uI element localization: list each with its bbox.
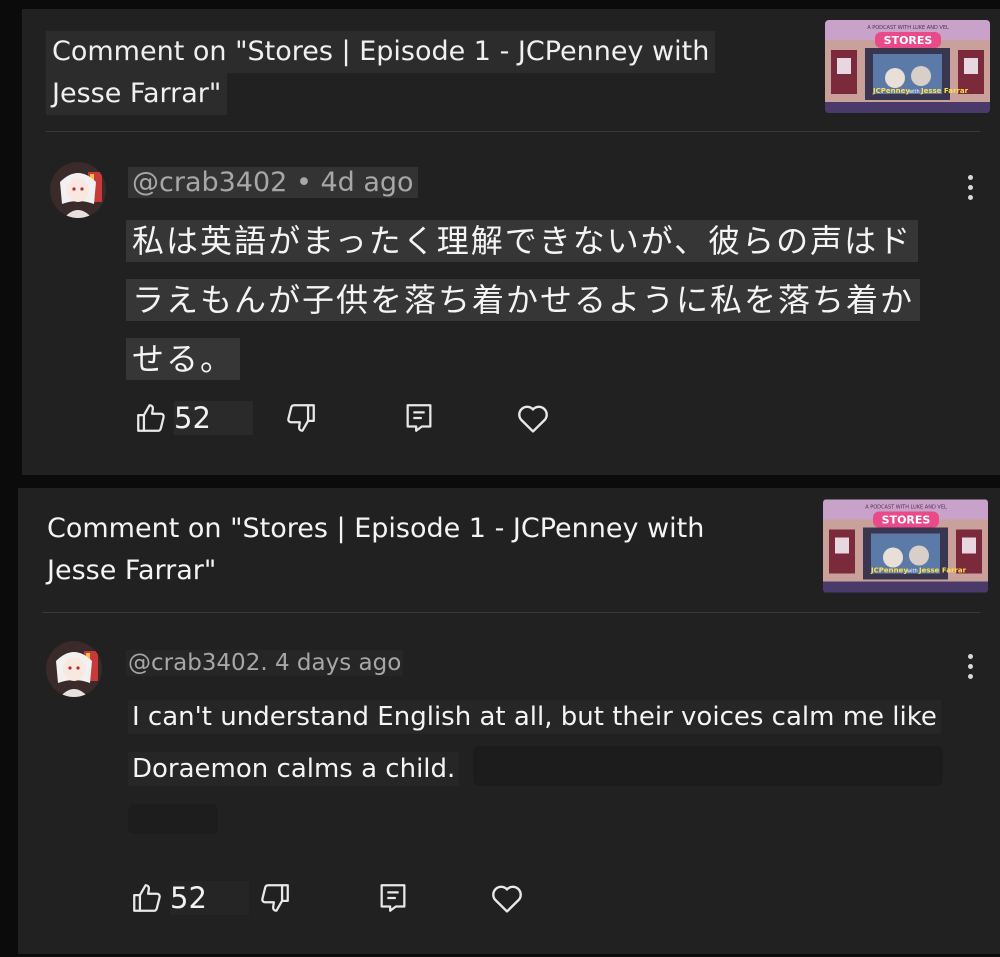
- comment-actions: 52: [134, 396, 634, 440]
- thumbs-down-icon: [284, 401, 318, 435]
- thumbs-up-icon: [130, 881, 164, 915]
- reply-button[interactable]: [376, 876, 410, 920]
- faded-original-text-residue: [128, 804, 218, 834]
- title-line-2: Jesse Farrar": [46, 73, 228, 115]
- thumbnail-sign-text: STORES: [884, 34, 933, 47]
- svg-text:Jesse Farrar: Jesse Farrar: [920, 87, 969, 95]
- comment-context-title[interactable]: Comment on "Stores | Episode 1 - JCPenne…: [44, 508, 804, 592]
- more-vertical-icon: [966, 175, 974, 200]
- comment-body-line: ラえもんが子供を落ち着かせるように私を落ち着か: [126, 279, 921, 321]
- comment-context-title[interactable]: Comment on "Stores | Episode 1 - JCPenne…: [46, 31, 806, 115]
- stores-podcast-thumbnail-art: STORES A PODCAST WITH LUKE AND VEL JCPen…: [825, 20, 990, 113]
- svg-text:JCPenney: JCPenney: [870, 567, 908, 575]
- avatar[interactable]: [50, 162, 106, 218]
- stores-podcast-thumbnail-art: STORES A PODCAST WITH LUKE AND VEL JCPen…: [823, 499, 988, 593]
- like-button[interactable]: 52: [130, 876, 249, 920]
- thumbnail-sign-text: STORES: [882, 514, 931, 527]
- svg-text:JCPenney: JCPenney: [872, 87, 910, 95]
- svg-text:with: with: [907, 569, 918, 575]
- dislike-button[interactable]: [284, 396, 318, 440]
- anime-avatar-image: [50, 162, 106, 218]
- like-button[interactable]: 52: [134, 396, 253, 440]
- video-thumbnail[interactable]: STORES A PODCAST WITH LUKE AND VEL JCPen…: [825, 20, 990, 113]
- svg-text:A PODCAST WITH LUKE AND VEL: A PODCAST WITH LUKE AND VEL: [867, 25, 949, 31]
- thumbs-down-icon: [258, 881, 292, 915]
- comment-meta: @crab3402 • 4d ago: [128, 165, 418, 201]
- heart-button[interactable]: [488, 876, 526, 920]
- divider: [46, 131, 980, 132]
- comment-time: 4d ago: [320, 167, 414, 198]
- reply-icon: [402, 401, 436, 435]
- thumbs-up-icon: [134, 401, 168, 435]
- more-options-button[interactable]: [966, 654, 974, 684]
- comment-body-line: せる。: [126, 338, 241, 380]
- comment-body-line: 私は英語がまったく理解できないが、彼らの声はド: [126, 220, 919, 262]
- comment-card-japanese: Comment on "Stores | Episode 1 - JCPenne…: [22, 9, 1000, 475]
- comment-actions: 52: [130, 876, 630, 920]
- more-options-button[interactable]: [966, 175, 974, 205]
- comment-meta: @crab3402. 4 days ago: [126, 645, 404, 681]
- dislike-button[interactable]: [258, 876, 292, 920]
- comment-body: 私は英語がまったく理解できないが、彼らの声はド ラえもんが子供を落ち着かせるよう…: [126, 212, 946, 389]
- meta-separator: •: [295, 167, 312, 198]
- comment-body: I can't understand English at all, but t…: [128, 691, 958, 795]
- like-count: 52: [174, 401, 253, 435]
- svg-text:with: with: [909, 89, 920, 95]
- comment-card-english: Comment on "Stores | Episode 1 - JCPenne…: [18, 488, 1000, 954]
- video-thumbnail[interactable]: STORES A PODCAST WITH LUKE AND VEL JCPen…: [823, 499, 988, 593]
- more-vertical-icon: [966, 654, 974, 679]
- heart-button[interactable]: [514, 396, 552, 440]
- divider: [42, 612, 980, 613]
- svg-text:A PODCAST WITH LUKE AND VEL: A PODCAST WITH LUKE AND VEL: [865, 505, 947, 511]
- title-line-2: Jesse Farrar": [47, 555, 217, 586]
- comment-body-line: I can't understand English at all, but t…: [128, 700, 941, 734]
- author-and-time[interactable]: @crab3402. 4 days ago: [126, 650, 404, 676]
- like-count: 52: [170, 881, 249, 915]
- anime-avatar-image: [46, 641, 102, 697]
- reply-icon: [376, 881, 410, 915]
- avatar[interactable]: [46, 641, 102, 697]
- author-handle[interactable]: @crab3402: [132, 167, 287, 198]
- heart-icon: [488, 879, 526, 917]
- comment-body-line: Doraemon calms a child.: [128, 752, 460, 786]
- svg-text:Jesse Farrar: Jesse Farrar: [918, 567, 967, 575]
- reply-button[interactable]: [402, 396, 436, 440]
- heart-icon: [514, 399, 552, 437]
- title-line-1: Comment on "Stores | Episode 1 - JCPenne…: [47, 513, 705, 544]
- title-line-1: Comment on "Stores | Episode 1 - JCPenne…: [46, 31, 716, 73]
